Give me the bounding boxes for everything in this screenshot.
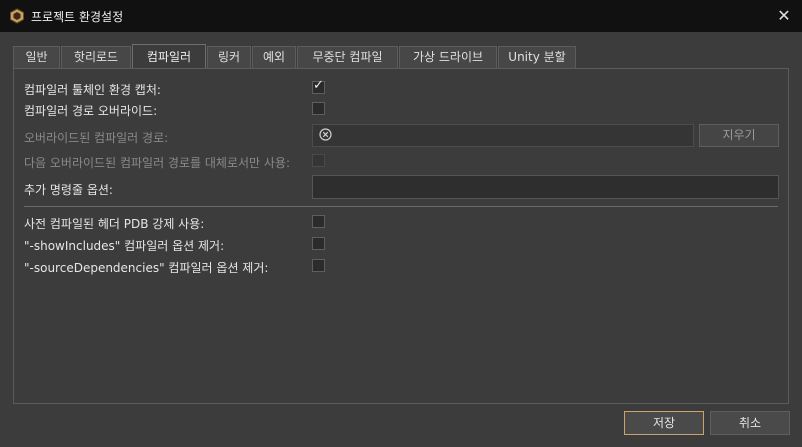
remove-showincludes-checkbox[interactable] [312,237,325,250]
force-pdb-checkbox[interactable] [312,215,325,228]
overridden-path-label: 오버라이드된 컴파일러 경로: [24,131,169,145]
tab-continuous-compile[interactable]: 무중단 컴파일 [297,46,398,68]
tab-unity-split[interactable]: Unity 분할 [498,46,576,68]
remove-showincludes-label: "-showIncludes" 컴파일러 옵션 제거: [24,239,225,253]
tab-hot-reload[interactable]: 핫리로드 [61,46,131,68]
clear-circle-icon [319,128,332,141]
force-pdb-label: 사전 컴파일된 헤더 PDB 강제 사용: [24,217,205,231]
tab-exceptions[interactable]: 예외 [252,46,296,68]
capture-env-label: 컴파일러 툴체인 환경 캡처: [24,83,161,97]
close-icon[interactable]: ✕ [774,6,794,26]
extra-cmdline-input[interactable] [312,175,779,199]
remove-sourcedeps-label: "-sourceDependencies" 컴파일러 옵션 제거: [24,261,269,275]
window-title: 프로젝트 환경설정 [31,10,124,24]
app-logo-icon [10,8,24,24]
remove-sourcedeps-checkbox[interactable] [312,259,325,272]
extra-cmdline-label: 추가 명령줄 옵션: [24,183,113,197]
only-replace-checkbox[interactable] [312,154,325,167]
clear-path-button[interactable]: 지우기 [699,124,779,147]
tab-compiler[interactable]: 컴파일러 [132,44,206,69]
only-replace-label: 다음 오버라이드된 컴파일러 경로를 대체로서만 사용: [24,156,290,170]
tab-general[interactable]: 일반 [13,46,60,68]
tab-linker[interactable]: 링커 [207,46,251,68]
save-button[interactable]: 저장 [624,411,704,435]
override-path-checkbox[interactable] [312,102,325,115]
compiler-settings-panel: 컴파일러 툴체인 환경 캡처: ✓ 컴파일러 경로 오버라이드: 오버라이드된 … [13,68,789,404]
section-divider [24,206,778,207]
checkmark-icon: ✓ [313,78,324,93]
capture-env-checkbox[interactable]: ✓ [312,78,325,94]
override-path-label: 컴파일러 경로 오버라이드: [24,104,158,118]
overridden-path-input[interactable] [312,124,694,147]
title-bar: 프로젝트 환경설정 ✕ [0,0,802,32]
cancel-button[interactable]: 취소 [710,411,790,435]
tab-virtual-drive[interactable]: 가상 드라이브 [399,46,497,68]
